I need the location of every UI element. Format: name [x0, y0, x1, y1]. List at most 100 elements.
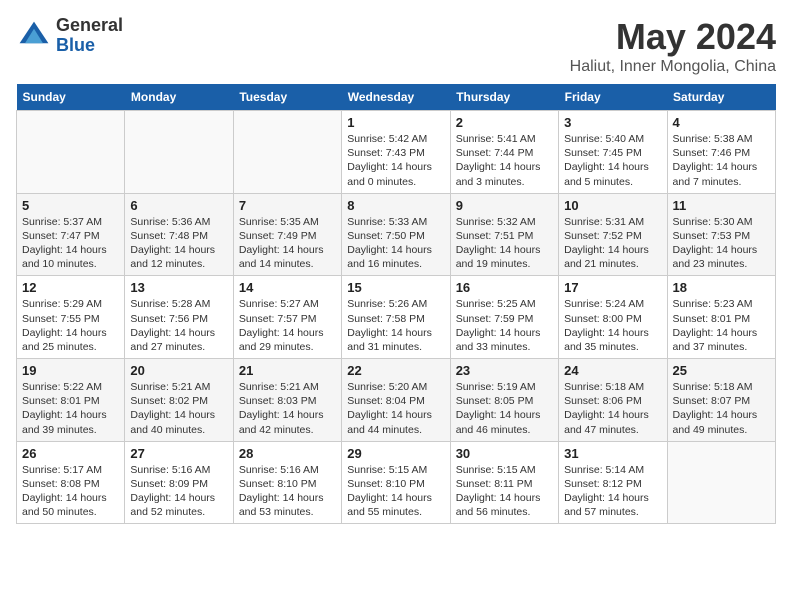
calendar-cell: 10 Sunrise: 5:31 AMSunset: 7:52 PMDayligh… — [559, 193, 667, 276]
day-info: Sunrise: 5:19 AMSunset: 8:05 PMDaylight:… — [456, 380, 553, 437]
week-row-5: 26 Sunrise: 5:17 AMSunset: 8:08 PMDayligh… — [17, 441, 776, 524]
day-number: 9 — [456, 198, 553, 213]
title-area: May 2024 Haliut, Inner Mongolia, China — [570, 16, 776, 76]
day-info: Sunrise: 5:36 AMSunset: 7:48 PMDaylight:… — [130, 215, 227, 272]
col-monday: Monday — [125, 84, 233, 111]
day-info: Sunrise: 5:40 AMSunset: 7:45 PMDaylight:… — [564, 132, 661, 189]
day-number: 26 — [22, 446, 119, 461]
day-info: Sunrise: 5:18 AMSunset: 8:07 PMDaylight:… — [673, 380, 770, 437]
calendar-cell: 16Sunrise: 5:25 AMSunset: 7:59 PMDayligh… — [450, 276, 558, 359]
day-info: Sunrise: 5:17 AMSunset: 8:08 PMDaylight:… — [22, 463, 119, 520]
calendar-cell: 29 Sunrise: 5:15 AMSunset: 8:10 PMDayligh… — [342, 441, 450, 524]
calendar-cell: 26 Sunrise: 5:17 AMSunset: 8:08 PMDayligh… — [17, 441, 125, 524]
col-thursday: Thursday — [450, 84, 558, 111]
calendar-cell: 18 Sunrise: 5:23 AMSunset: 8:01 PMDayligh… — [667, 276, 775, 359]
day-number: 29 — [347, 446, 444, 461]
calendar-table: Sunday Monday Tuesday Wednesday Thursday… — [16, 84, 776, 524]
col-saturday: Saturday — [667, 84, 775, 111]
day-number: 20 — [130, 363, 227, 378]
day-info: Sunrise: 5:18 AMSunset: 8:06 PMDaylight:… — [564, 380, 661, 437]
logo-text: General Blue — [56, 16, 123, 56]
calendar-cell: 17Sunrise: 5:24 AMSunset: 8:00 PMDayligh… — [559, 276, 667, 359]
day-info: Sunrise: 5:21 AMSunset: 8:03 PMDaylight:… — [239, 380, 336, 437]
day-number: 4 — [673, 115, 770, 130]
calendar-cell — [17, 111, 125, 194]
day-number: 12 — [22, 280, 119, 295]
calendar-cell — [233, 111, 341, 194]
calendar-cell: 3Sunrise: 5:40 AMSunset: 7:45 PMDaylight… — [559, 111, 667, 194]
logo: General Blue — [16, 16, 123, 56]
calendar-cell: 7 Sunrise: 5:35 AMSunset: 7:49 PMDaylight… — [233, 193, 341, 276]
calendar-cell: 27Sunrise: 5:16 AMSunset: 8:09 PMDayligh… — [125, 441, 233, 524]
calendar-cell: 15 Sunrise: 5:26 AMSunset: 7:58 PMDayligh… — [342, 276, 450, 359]
day-number: 15 — [347, 280, 444, 295]
day-number: 16 — [456, 280, 553, 295]
day-number: 31 — [564, 446, 661, 461]
day-info: Sunrise: 5:20 AMSunset: 8:04 PMDaylight:… — [347, 380, 444, 437]
day-info: Sunrise: 5:22 AMSunset: 8:01 PMDaylight:… — [22, 380, 119, 437]
logo-blue: Blue — [56, 36, 123, 56]
day-number: 23 — [456, 363, 553, 378]
day-number: 25 — [673, 363, 770, 378]
header-row: Sunday Monday Tuesday Wednesday Thursday… — [17, 84, 776, 111]
calendar-cell: 12 Sunrise: 5:29 AMSunset: 7:55 PMDayligh… — [17, 276, 125, 359]
day-number: 13 — [130, 280, 227, 295]
week-row-3: 12 Sunrise: 5:29 AMSunset: 7:55 PMDayligh… — [17, 276, 776, 359]
col-tuesday: Tuesday — [233, 84, 341, 111]
day-number: 7 — [239, 198, 336, 213]
week-row-2: 5Sunrise: 5:37 AMSunset: 7:47 PMDaylight… — [17, 193, 776, 276]
week-row-1: 1 Sunrise: 5:42 AMSunset: 7:43 PMDaylight… — [17, 111, 776, 194]
calendar-cell: 4 Sunrise: 5:38 AMSunset: 7:46 PMDaylight… — [667, 111, 775, 194]
day-number: 11 — [673, 198, 770, 213]
day-number: 27 — [130, 446, 227, 461]
week-row-4: 19 Sunrise: 5:22 AMSunset: 8:01 PMDayligh… — [17, 359, 776, 442]
day-info: Sunrise: 5:26 AMSunset: 7:58 PMDaylight:… — [347, 297, 444, 354]
calendar-cell: 30Sunrise: 5:15 AMSunset: 8:11 PMDayligh… — [450, 441, 558, 524]
day-number: 14 — [239, 280, 336, 295]
day-number: 19 — [22, 363, 119, 378]
day-info: Sunrise: 5:29 AMSunset: 7:55 PMDaylight:… — [22, 297, 119, 354]
calendar-cell: 8Sunrise: 5:33 AMSunset: 7:50 PMDaylight… — [342, 193, 450, 276]
calendar-cell: 24 Sunrise: 5:18 AMSunset: 8:06 PMDayligh… — [559, 359, 667, 442]
day-number: 18 — [673, 280, 770, 295]
day-number: 1 — [347, 115, 444, 130]
calendar-cell: 22 Sunrise: 5:20 AMSunset: 8:04 PMDayligh… — [342, 359, 450, 442]
calendar-cell: 13 Sunrise: 5:28 AMSunset: 7:56 PMDayligh… — [125, 276, 233, 359]
day-info: Sunrise: 5:31 AMSunset: 7:52 PMDaylight:… — [564, 215, 661, 272]
calendar-cell: 9Sunrise: 5:32 AMSunset: 7:51 PMDaylight… — [450, 193, 558, 276]
logo-icon — [16, 18, 52, 54]
day-number: 21 — [239, 363, 336, 378]
day-info: Sunrise: 5:42 AMSunset: 7:43 PMDaylight:… — [347, 132, 444, 189]
day-number: 24 — [564, 363, 661, 378]
calendar-cell: 28Sunrise: 5:16 AMSunset: 8:10 PMDayligh… — [233, 441, 341, 524]
day-info: Sunrise: 5:21 AMSunset: 8:02 PMDaylight:… — [130, 380, 227, 437]
day-info: Sunrise: 5:37 AMSunset: 7:47 PMDaylight:… — [22, 215, 119, 272]
day-number: 28 — [239, 446, 336, 461]
main-title: May 2024 — [570, 16, 776, 58]
day-info: Sunrise: 5:41 AMSunset: 7:44 PMDaylight:… — [456, 132, 553, 189]
day-info: Sunrise: 5:33 AMSunset: 7:50 PMDaylight:… — [347, 215, 444, 272]
calendar-cell: 31Sunrise: 5:14 AMSunset: 8:12 PMDayligh… — [559, 441, 667, 524]
col-wednesday: Wednesday — [342, 84, 450, 111]
calendar-cell: 19 Sunrise: 5:22 AMSunset: 8:01 PMDayligh… — [17, 359, 125, 442]
subtitle: Haliut, Inner Mongolia, China — [570, 58, 776, 76]
calendar-cell: 2Sunrise: 5:41 AMSunset: 7:44 PMDaylight… — [450, 111, 558, 194]
calendar-cell: 20 Sunrise: 5:21 AMSunset: 8:02 PMDayligh… — [125, 359, 233, 442]
calendar-cell — [667, 441, 775, 524]
calendar-cell: 5Sunrise: 5:37 AMSunset: 7:47 PMDaylight… — [17, 193, 125, 276]
col-sunday: Sunday — [17, 84, 125, 111]
day-number: 17 — [564, 280, 661, 295]
calendar-cell: 25 Sunrise: 5:18 AMSunset: 8:07 PMDayligh… — [667, 359, 775, 442]
day-info: Sunrise: 5:38 AMSunset: 7:46 PMDaylight:… — [673, 132, 770, 189]
day-info: Sunrise: 5:35 AMSunset: 7:49 PMDaylight:… — [239, 215, 336, 272]
calendar-cell: 14Sunrise: 5:27 AMSunset: 7:57 PMDayligh… — [233, 276, 341, 359]
day-number: 10 — [564, 198, 661, 213]
day-info: Sunrise: 5:15 AMSunset: 8:10 PMDaylight:… — [347, 463, 444, 520]
day-number: 30 — [456, 446, 553, 461]
day-info: Sunrise: 5:23 AMSunset: 8:01 PMDaylight:… — [673, 297, 770, 354]
calendar-cell: 6Sunrise: 5:36 AMSunset: 7:48 PMDaylight… — [125, 193, 233, 276]
day-number: 22 — [347, 363, 444, 378]
logo-general: General — [56, 16, 123, 36]
col-friday: Friday — [559, 84, 667, 111]
day-info: Sunrise: 5:28 AMSunset: 7:56 PMDaylight:… — [130, 297, 227, 354]
